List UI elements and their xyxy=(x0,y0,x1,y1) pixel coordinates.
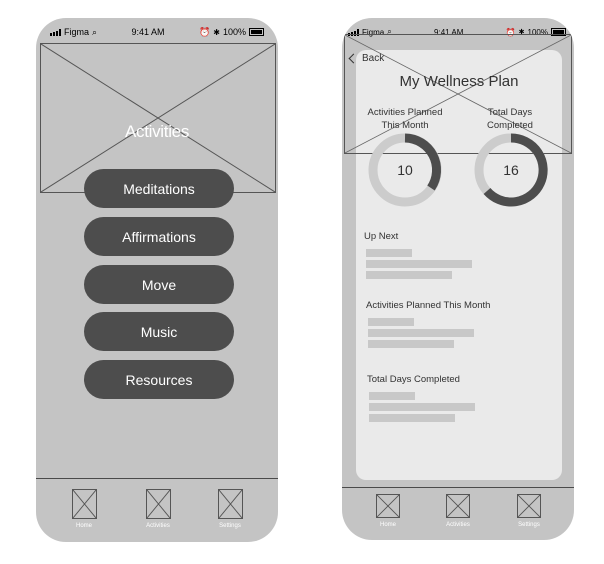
tab-activities-label: Activities xyxy=(146,523,170,529)
page-title: My Wellness Plan xyxy=(399,73,519,90)
resources-button[interactable]: Resources xyxy=(84,360,234,399)
total-stat-label-line2: Completed xyxy=(487,120,533,131)
tab-activities-label: Activities xyxy=(446,522,470,528)
back-button[interactable]: Back xyxy=(348,53,385,64)
planned-progress-ring: 10 xyxy=(367,132,443,208)
placeholder-image-icon xyxy=(517,494,541,518)
planned-stat-value: 10 xyxy=(397,162,413,178)
carrier-label: Figma xyxy=(64,27,90,37)
hero-title: Activities xyxy=(124,122,190,141)
planned-stat-label-line1: Activities Planned xyxy=(367,107,443,118)
placeholder-image-icon xyxy=(376,494,400,518)
tab-home[interactable]: Home xyxy=(363,494,413,528)
placeholder-image-icon xyxy=(446,494,470,518)
placeholder-image-icon xyxy=(145,489,171,519)
tab-settings-label: Settings xyxy=(518,522,540,528)
total-stat-label: Total Days Completed xyxy=(460,106,560,132)
tab-activities[interactable]: Activities xyxy=(433,494,483,528)
placeholder-bar xyxy=(366,260,472,268)
placeholder-bar xyxy=(369,392,415,400)
tab-home[interactable]: Home xyxy=(59,489,109,529)
status-bar: Figma ⌕ 9:41 AM ⏰ ✱ 100% xyxy=(36,18,278,46)
move-button[interactable]: Move xyxy=(84,265,234,304)
total-stat-label-line1: Total Days xyxy=(487,107,533,118)
placeholder-bar xyxy=(369,403,475,411)
total-progress-ring: 16 xyxy=(473,132,549,208)
placeholder-bar xyxy=(366,271,452,279)
phone-screen-wellness-plan: Figma ⌕ 9:41 AM ⏰ ✱ 100% Back My Wellnes… xyxy=(342,18,574,540)
phone-screen-activities: Figma ⌕ 9:41 AM ⏰ ✱ 100% Activities Medi… xyxy=(36,18,278,542)
status-time: 9:41 AM xyxy=(131,27,165,37)
placeholder-image-icon xyxy=(217,489,243,519)
signal-icon xyxy=(50,28,61,36)
planned-stat-label-line2: This Month xyxy=(381,120,429,131)
music-button[interactable]: Music xyxy=(84,312,234,351)
tab-settings[interactable]: Settings xyxy=(504,494,554,528)
placeholder-bar xyxy=(368,318,414,326)
back-label: Back xyxy=(362,53,385,64)
placeholder-bar xyxy=(368,329,474,337)
meditations-button[interactable]: Meditations xyxy=(84,169,234,208)
tab-home-label: Home xyxy=(75,523,92,529)
total-stat-value: 16 xyxy=(503,162,519,178)
tab-home-label: Home xyxy=(379,522,396,528)
tab-bar-divider xyxy=(36,478,278,479)
section-title-total-days: Total Days Completed xyxy=(367,374,460,385)
battery-percent: 100% xyxy=(222,27,246,37)
planned-stat-label: Activities Planned This Month xyxy=(356,106,454,132)
alarm-icon: ⏰ xyxy=(199,26,211,37)
tab-activities[interactable]: Activities xyxy=(133,489,183,529)
section-title-up-next: Up Next xyxy=(364,231,399,242)
tab-settings[interactable]: Settings xyxy=(205,489,255,529)
placeholder-bar xyxy=(366,249,412,257)
bluetooth-icon: ✱ xyxy=(213,27,220,37)
placeholder-image-icon xyxy=(71,489,97,519)
tab-bar-divider xyxy=(342,487,574,488)
section-title-activities-planned: Activities Planned This Month xyxy=(366,300,491,311)
tab-settings-label: Settings xyxy=(219,523,241,529)
battery-icon xyxy=(248,28,264,36)
placeholder-bar xyxy=(369,414,455,422)
wifi-icon: ⌕ xyxy=(92,26,98,37)
chevron-left-icon xyxy=(348,53,359,64)
placeholder-bar xyxy=(368,340,454,348)
affirmations-button[interactable]: Affirmations xyxy=(84,217,234,256)
